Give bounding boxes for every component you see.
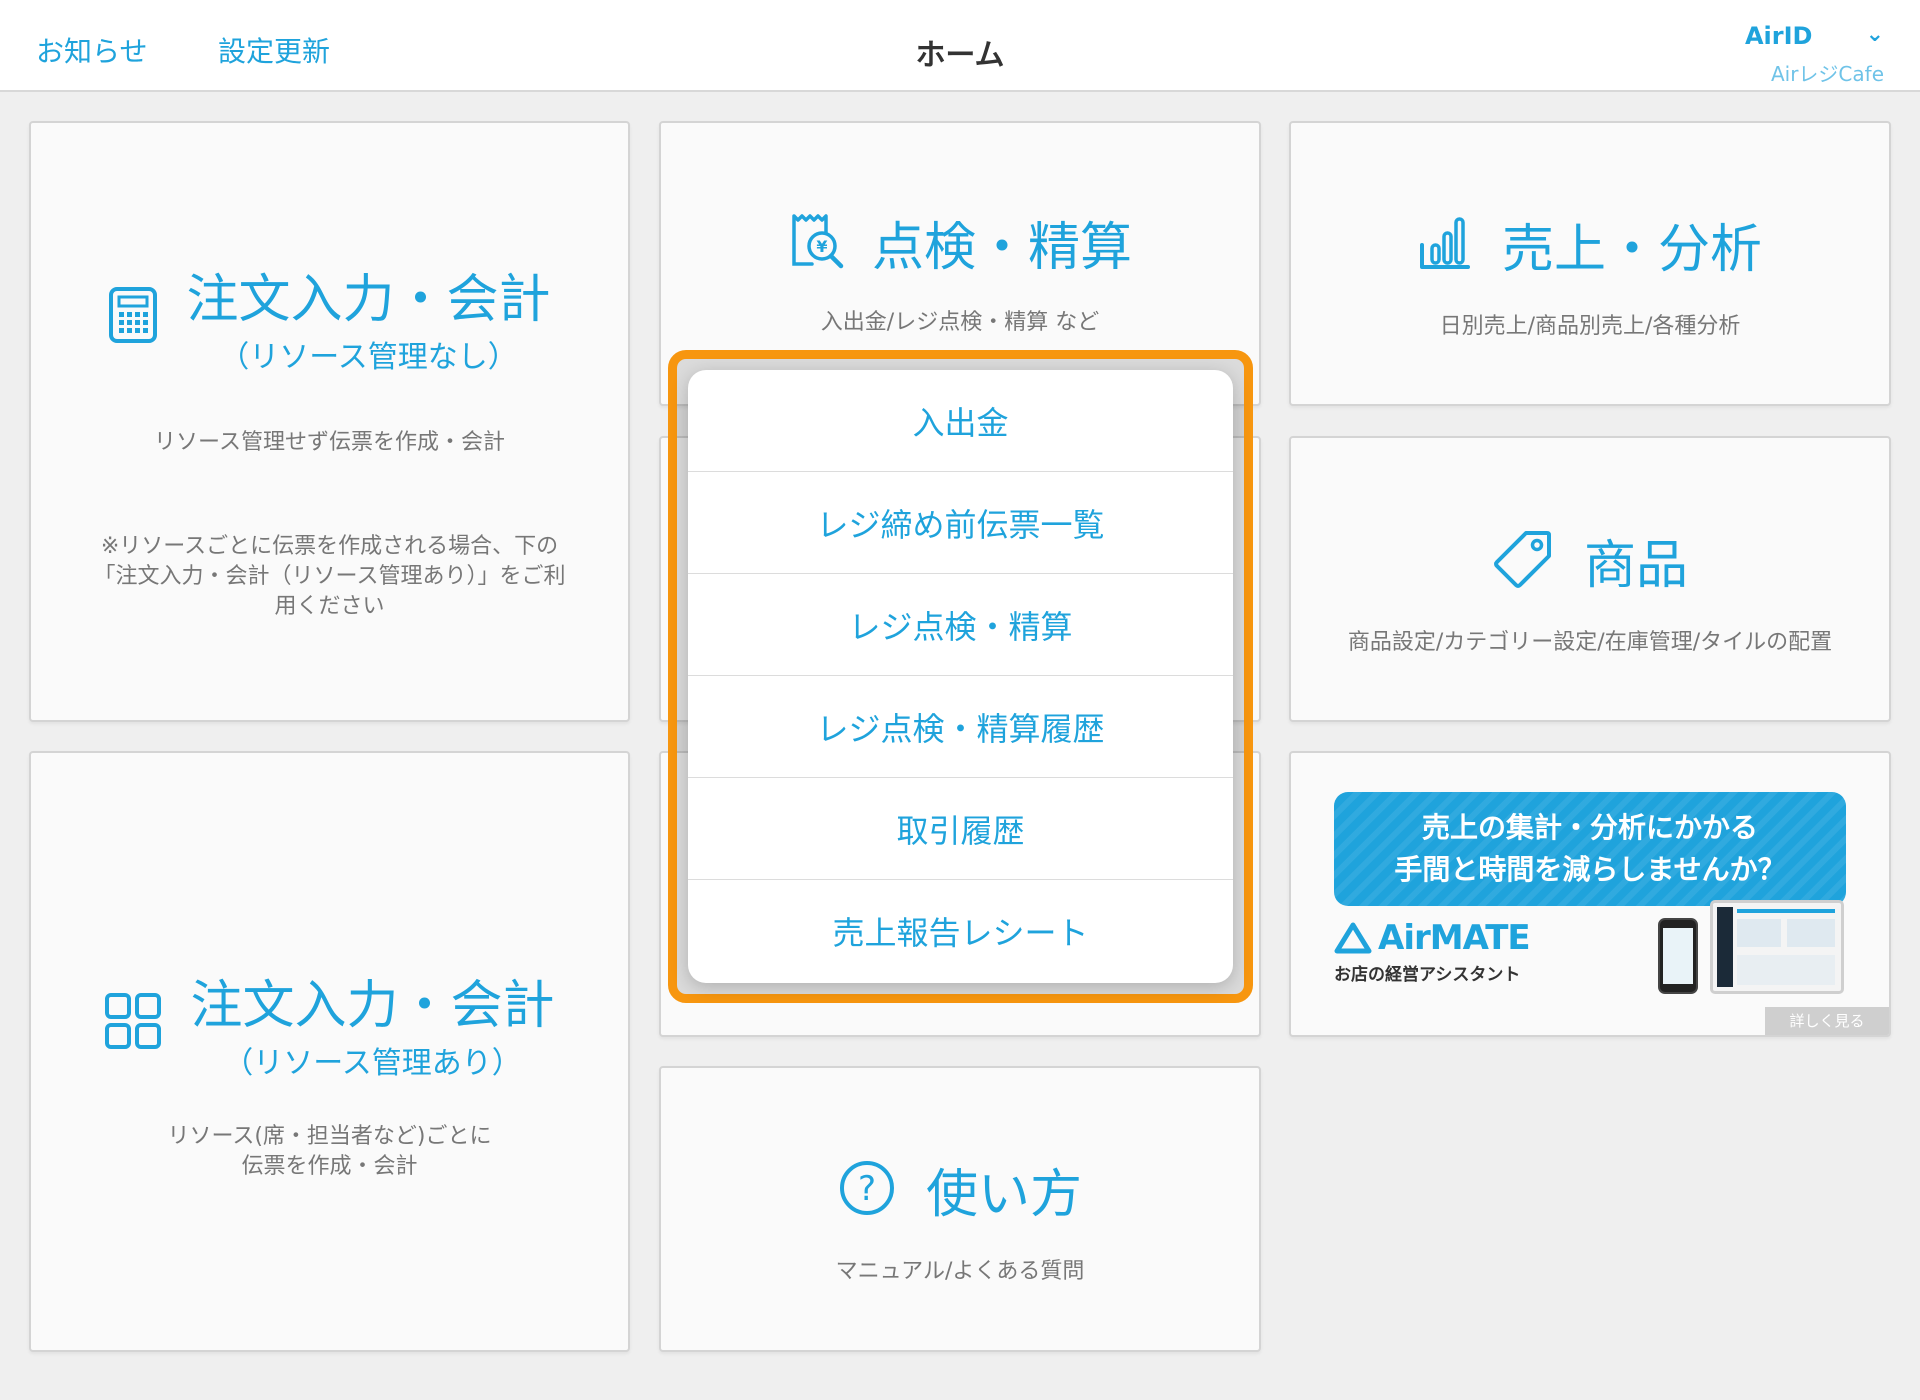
tile-description: 日別売上/商品別売上/各種分析 bbox=[1439, 314, 1741, 339]
inspection-popover-menu: 入出金 レジ締め前伝票一覧 レジ点検・精算 レジ点検・精算履歴 取引履歴 売上報… bbox=[688, 370, 1233, 983]
calculator-icon bbox=[108, 286, 158, 348]
grid-icon bbox=[104, 992, 162, 1054]
tile-title: 注文入力・会計 bbox=[190, 976, 555, 1036]
airmate-triangle-icon bbox=[1334, 922, 1372, 954]
tile-description: 商品設定/カテゴリー設定/在庫管理/タイルの配置 bbox=[1347, 630, 1833, 655]
page-title: ホーム bbox=[915, 38, 1005, 73]
tile-title: 点検・精算 bbox=[871, 218, 1132, 278]
store-name: AirレジCafe bbox=[1770, 62, 1884, 86]
menu-item-pre-close-slips[interactable]: レジ締め前伝票一覧 bbox=[688, 472, 1233, 574]
tag-icon bbox=[1492, 528, 1554, 594]
tile-title: 売上・分析 bbox=[1501, 220, 1762, 280]
menu-item-cash-in-out[interactable]: 入出金 bbox=[688, 370, 1233, 472]
menu-item-register-inspection[interactable]: レジ点検・精算 bbox=[688, 574, 1233, 676]
svg-text:¥: ¥ bbox=[816, 237, 827, 256]
tile-note-line: ※リソースごとに伝票を作成される場合、下の bbox=[100, 534, 559, 559]
question-circle-icon: ? bbox=[838, 1159, 896, 1221]
top-bar: お知らせ 設定更新 ホーム AirID ⌄ AirレジCafe bbox=[0, 0, 1920, 92]
tile-subtitle: （リソース管理あり） bbox=[223, 1046, 522, 1081]
chevron-down-icon: ⌄ bbox=[1865, 22, 1884, 47]
tile-description-line: リソース(席・担当者など)ごとに bbox=[167, 1124, 492, 1149]
account-menu[interactable]: AirID ⌄ AirレジCafe bbox=[1745, 22, 1884, 87]
ad-banner[interactable]: 売上の集計・分析にかかる 手間と時間を減らしませんか？ bbox=[1334, 792, 1846, 906]
ad-banner-line: 手間と時間を減らしませんか？ bbox=[1394, 853, 1786, 886]
airmate-logo: AirMATE bbox=[1334, 918, 1531, 958]
tile-description: リソース管理せず伝票を作成・会計 bbox=[154, 430, 505, 455]
tile-note-line: 用ください bbox=[274, 594, 385, 619]
help-tile[interactable]: ? 使い方 マニュアル/よくある質問 bbox=[659, 1066, 1261, 1352]
svg-text:?: ? bbox=[858, 1169, 876, 1209]
tile-title: 使い方 bbox=[925, 1165, 1082, 1225]
order-entry-with-resource-tile[interactable]: 注文入力・会計 （リソース管理あり） リソース(席・担当者など)ごとに 伝票を作… bbox=[29, 751, 630, 1352]
products-tile[interactable]: 商品 商品設定/カテゴリー設定/在庫管理/タイルの配置 bbox=[1289, 436, 1891, 722]
ad-tagline: お店の経営アシスタント bbox=[1334, 965, 1521, 985]
order-entry-no-resource-tile[interactable]: 注文入力・会計 （リソース管理なし） リソース管理せず伝票を作成・会計 ※リソー… bbox=[29, 121, 630, 722]
learn-more-button[interactable]: 詳しく見る bbox=[1765, 1007, 1889, 1035]
menu-item-inspection-history[interactable]: レジ点検・精算履歴 bbox=[688, 676, 1233, 778]
menu-item-sales-report-receipt[interactable]: 売上報告レシート bbox=[688, 880, 1233, 982]
tile-description: マニュアル/よくある質問 bbox=[835, 1259, 1085, 1284]
bar-chart-icon bbox=[1418, 215, 1472, 275]
menu-item-transaction-history[interactable]: 取引履歴 bbox=[688, 778, 1233, 880]
airmate-logo-text: AirMATE bbox=[1378, 918, 1531, 958]
account-id: AirID bbox=[1744, 22, 1813, 50]
tablet-mockup-image bbox=[1710, 900, 1844, 994]
inspection-popover-highlight: 入出金 レジ締め前伝票一覧 レジ点検・精算 レジ点検・精算履歴 取引履歴 売上報… bbox=[668, 350, 1253, 1003]
tile-title: 注文入力・会計 bbox=[186, 270, 551, 330]
sales-analysis-tile[interactable]: 売上・分析 日別売上/商品別売上/各種分析 bbox=[1289, 121, 1891, 406]
tile-title: 商品 bbox=[1583, 536, 1688, 596]
tile-description: リソース(席・担当者など)ごとに 伝票を作成・会計 bbox=[31, 1122, 628, 1182]
phone-mockup-image bbox=[1658, 918, 1698, 994]
receipt-yen-search-icon: ¥ bbox=[788, 212, 848, 274]
ad-banner-line: 売上の集計・分析にかかる bbox=[1421, 811, 1758, 844]
tile-note: ※リソースごとに伝票を作成される場合、下の 「注文入力・会計（リソース管理あり）… bbox=[31, 532, 628, 622]
tile-subtitle: （リソース管理なし） bbox=[219, 340, 518, 375]
tile-description-line: 伝票を作成・会計 bbox=[241, 1154, 418, 1179]
tile-description: 入出金/レジ点検・精算 など bbox=[820, 310, 1100, 335]
tile-note-line: 「注文入力・会計（リソース管理あり）」をご利 bbox=[93, 564, 566, 589]
